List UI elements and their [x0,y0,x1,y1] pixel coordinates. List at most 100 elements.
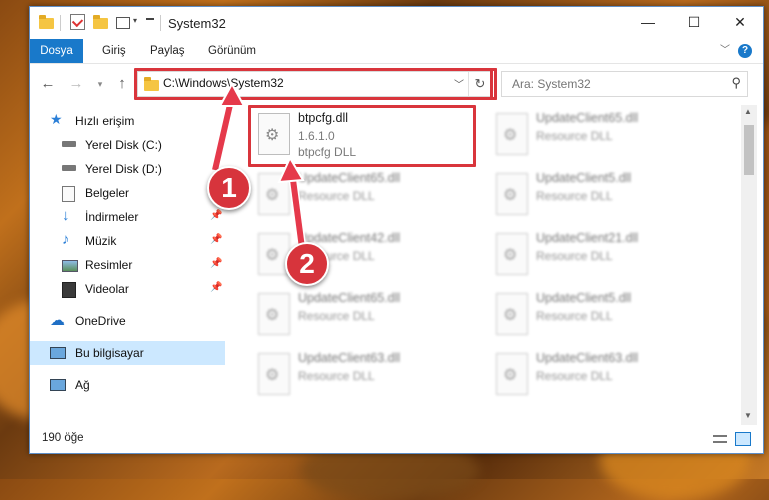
cloud-icon: ☁ [50,312,65,329]
tab-share[interactable]: Paylaş [150,39,185,63]
file-item[interactable]: UpdateClient65.dll Resource DLL [250,167,475,225]
file-item[interactable]: UpdateClient42.dll Resource DLL [250,227,475,285]
forward-arrow-icon[interactable]: → [66,74,86,94]
file-description: Resource DLL [536,189,613,203]
download-icon: ↓ [62,207,70,224]
details-view-icon[interactable] [713,435,727,443]
sidebar-item-local-disk-c[interactable]: Yerel Disk (C:) [30,133,225,157]
file-name: UpdateClient65.dll [298,171,401,185]
file-item[interactable]: UpdateClient65.dll Resource DLL [488,107,713,165]
sidebar-item-label: OneDrive [75,314,126,328]
sidebar-item-local-disk-d[interactable]: Yerel Disk (D:) [30,157,225,181]
back-arrow-icon[interactable]: ← [38,74,58,94]
step-1-badge: 1 [207,166,251,210]
file-description: Resource DLL [536,309,613,323]
file-name: UpdateClient63.dll [298,351,401,365]
sidebar-item-label: Hızlı erişim [75,114,135,128]
vertical-scrollbar[interactable]: ▲ ▼ [741,105,757,425]
ribbon-tabs: Dosya Giriş Paylaş Görünüm ﹀ ? [30,39,763,64]
dll-file-icon [496,173,528,215]
file-item[interactable]: UpdateClient5.dll Resource DLL [488,167,713,225]
file-item[interactable]: UpdateClient65.dll Resource DLL [250,287,475,345]
file-name: UpdateClient63.dll [536,351,639,365]
refresh-highlight-box [486,68,497,100]
file-name: UpdateClient21.dll [536,231,639,245]
sidebar-item-this-pc[interactable]: Bu bilgisayar [30,341,225,365]
sidebar-item-quick-access[interactable]: ★ Hızlı erişim [30,109,225,133]
file-highlight-box [248,105,476,167]
step-2-badge: 2 [285,242,329,286]
file-description: Resource DLL [536,249,613,263]
pin-icon[interactable]: 📌 [210,210,222,221]
dll-file-icon [496,113,528,155]
recent-locations-icon[interactable]: ▾ [90,74,110,94]
file-name: UpdateClient5.dll [536,291,632,305]
large-icons-view-icon[interactable] [735,432,751,446]
scroll-down-icon[interactable]: ▼ [744,411,752,420]
tab-file[interactable]: Dosya [30,39,83,63]
maximize-button[interactable]: ☐ [671,7,717,38]
sidebar-item-label: Yerel Disk (D:) [85,162,162,176]
file-name: UpdateClient65.dll [536,111,639,125]
pin-icon[interactable]: 📌 [210,282,222,293]
close-button[interactable]: ✕ [717,7,763,38]
file-item[interactable]: UpdateClient21.dll Resource DLL [488,227,713,285]
sidebar-item-label: Müzik [85,234,117,248]
star-icon: ★ [50,111,63,127]
file-name: UpdateClient65.dll [298,291,401,305]
tab-view[interactable]: Görünüm [208,39,256,63]
dll-file-icon [496,233,528,275]
sidebar-item-pictures[interactable]: Resimler 📌 [30,253,225,277]
sidebar-item-onedrive[interactable]: ☁ OneDrive [30,309,225,333]
sidebar-item-downloads[interactable]: ↓ İndirmeler 📌 [30,205,225,229]
file-description: Resource DLL [298,189,375,203]
dll-file-icon [258,173,290,215]
explorer-window: ▾ System32 — ☐ ✕ Dosya Giriş Paylaş Görü… [29,6,764,454]
title-bar: ▾ System32 — ☐ ✕ [30,7,763,39]
toolbar-divider [60,15,61,31]
file-item[interactable]: UpdateClient63.dll Resource DLL [488,347,713,405]
scroll-up-icon[interactable]: ▲ [744,107,752,116]
tab-home[interactable]: Giriş [102,39,126,63]
customize-toolbar-icon[interactable] [116,15,130,29]
pictures-icon [62,260,78,272]
sidebar-item-label: Yerel Disk (C:) [85,138,162,152]
drive-icon [62,165,76,171]
sidebar-item-label: Videolar [85,282,129,296]
search-icon[interactable]: ⚲ [731,75,741,91]
toolbar-dropdown-icon[interactable]: ▾ [133,16,137,32]
search-box[interactable]: ⚲ [501,71,748,97]
up-arrow-icon[interactable]: ↑ [112,74,132,94]
window-title: System32 [168,16,226,31]
quick-access-menu-icon[interactable] [146,18,154,20]
properties-icon[interactable] [70,14,85,30]
help-icon[interactable]: ? [738,44,752,58]
file-description: Resource DLL [536,369,613,383]
file-item[interactable]: UpdateClient63.dll Resource DLL [250,347,475,405]
dll-file-icon [258,293,290,335]
file-description: Resource DLL [298,369,375,383]
sidebar-item-label: Belgeler [85,186,130,200]
documents-icon [62,186,75,202]
sidebar-item-documents[interactable]: Belgeler [30,181,225,205]
file-item[interactable]: UpdateClient5.dll Resource DLL [488,287,713,345]
file-description: Resource DLL [536,129,613,143]
sidebar-item-label: İndirmeler [85,210,139,224]
scroll-thumb[interactable] [744,125,754,175]
status-bar: 190 öğe [30,427,763,451]
chevron-down-icon[interactable]: ﹀ [720,39,730,63]
sidebar-item-network[interactable]: Ağ [30,373,225,397]
search-input[interactable] [510,75,714,93]
sidebar-item-label: Resimler [85,258,133,272]
title-divider [160,15,161,31]
pin-icon[interactable]: 📌 [210,258,222,269]
computer-icon [50,347,66,359]
file-name: UpdateClient5.dll [536,171,632,185]
pin-icon[interactable]: 📌 [210,234,222,245]
sidebar-item-label: Bu bilgisayar [75,346,144,360]
minimize-button[interactable]: — [625,7,671,38]
sidebar-item-videos[interactable]: Videolar 📌 [30,277,225,301]
video-icon [62,282,76,298]
sidebar-item-label: Ağ [75,378,90,392]
sidebar-item-music[interactable]: ♪ Müzik 📌 [30,229,225,253]
